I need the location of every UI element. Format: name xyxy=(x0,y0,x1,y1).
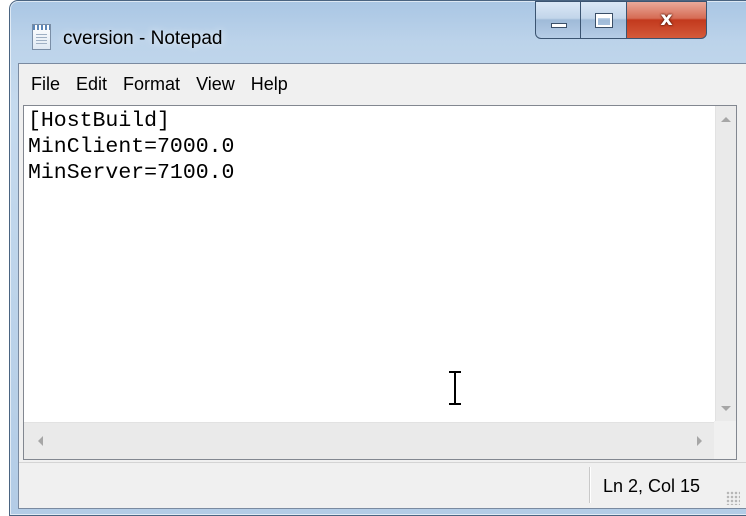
text-line-2: MinClient=7000.0 xyxy=(28,135,235,159)
scroll-up-icon[interactable] xyxy=(721,117,731,122)
client-area: File Edit Format View Help [HostBuild] Mi… xyxy=(18,63,746,509)
menu-edit[interactable]: Edit xyxy=(71,64,118,104)
status-bar: Ln 2, Col 15 xyxy=(19,462,746,508)
status-divider xyxy=(589,467,590,503)
cursor-position: Ln 2, Col 15 xyxy=(603,476,701,496)
notepad-window: cversion - Notepad x File Edit Format Vi… xyxy=(9,0,746,516)
close-icon: x xyxy=(660,8,673,30)
close-button[interactable]: x xyxy=(627,1,707,39)
notepad-icon[interactable] xyxy=(32,24,51,50)
minimize-button[interactable] xyxy=(535,1,581,39)
caption-buttons: x xyxy=(535,1,707,39)
scroll-right-icon[interactable] xyxy=(697,436,702,446)
scroll-down-icon[interactable] xyxy=(721,406,731,411)
text-editor[interactable]: [HostBuild] MinClient=7000.0 MinServer=710… xyxy=(23,105,737,460)
minimize-icon xyxy=(551,23,567,28)
text-cursor-icon xyxy=(449,371,461,405)
menu-format[interactable]: Format xyxy=(118,64,191,104)
scroll-left-icon[interactable] xyxy=(38,436,43,446)
text-line-1: [HostBuild] xyxy=(28,109,170,133)
maximize-icon xyxy=(595,13,613,28)
scrollbar-corner xyxy=(714,421,736,459)
menu-view[interactable]: View xyxy=(191,64,246,104)
menu-file[interactable]: File xyxy=(26,64,71,104)
vertical-scrollbar[interactable] xyxy=(715,106,736,422)
text-line-3: MinServer=7100.0 xyxy=(28,161,235,185)
menu-bar: File Edit Format View Help xyxy=(19,64,746,104)
text-cursor-bottom xyxy=(449,403,461,405)
text-cursor-stem xyxy=(454,373,456,403)
resize-grip-icon[interactable] xyxy=(726,491,740,505)
horizontal-scrollbar[interactable] xyxy=(24,422,716,459)
maximize-button[interactable] xyxy=(581,1,627,39)
document-text[interactable]: [HostBuild] MinClient=7000.0 MinServer=710… xyxy=(28,108,714,186)
menu-help[interactable]: Help xyxy=(246,64,299,104)
window-title: cversion - Notepad xyxy=(63,28,223,49)
